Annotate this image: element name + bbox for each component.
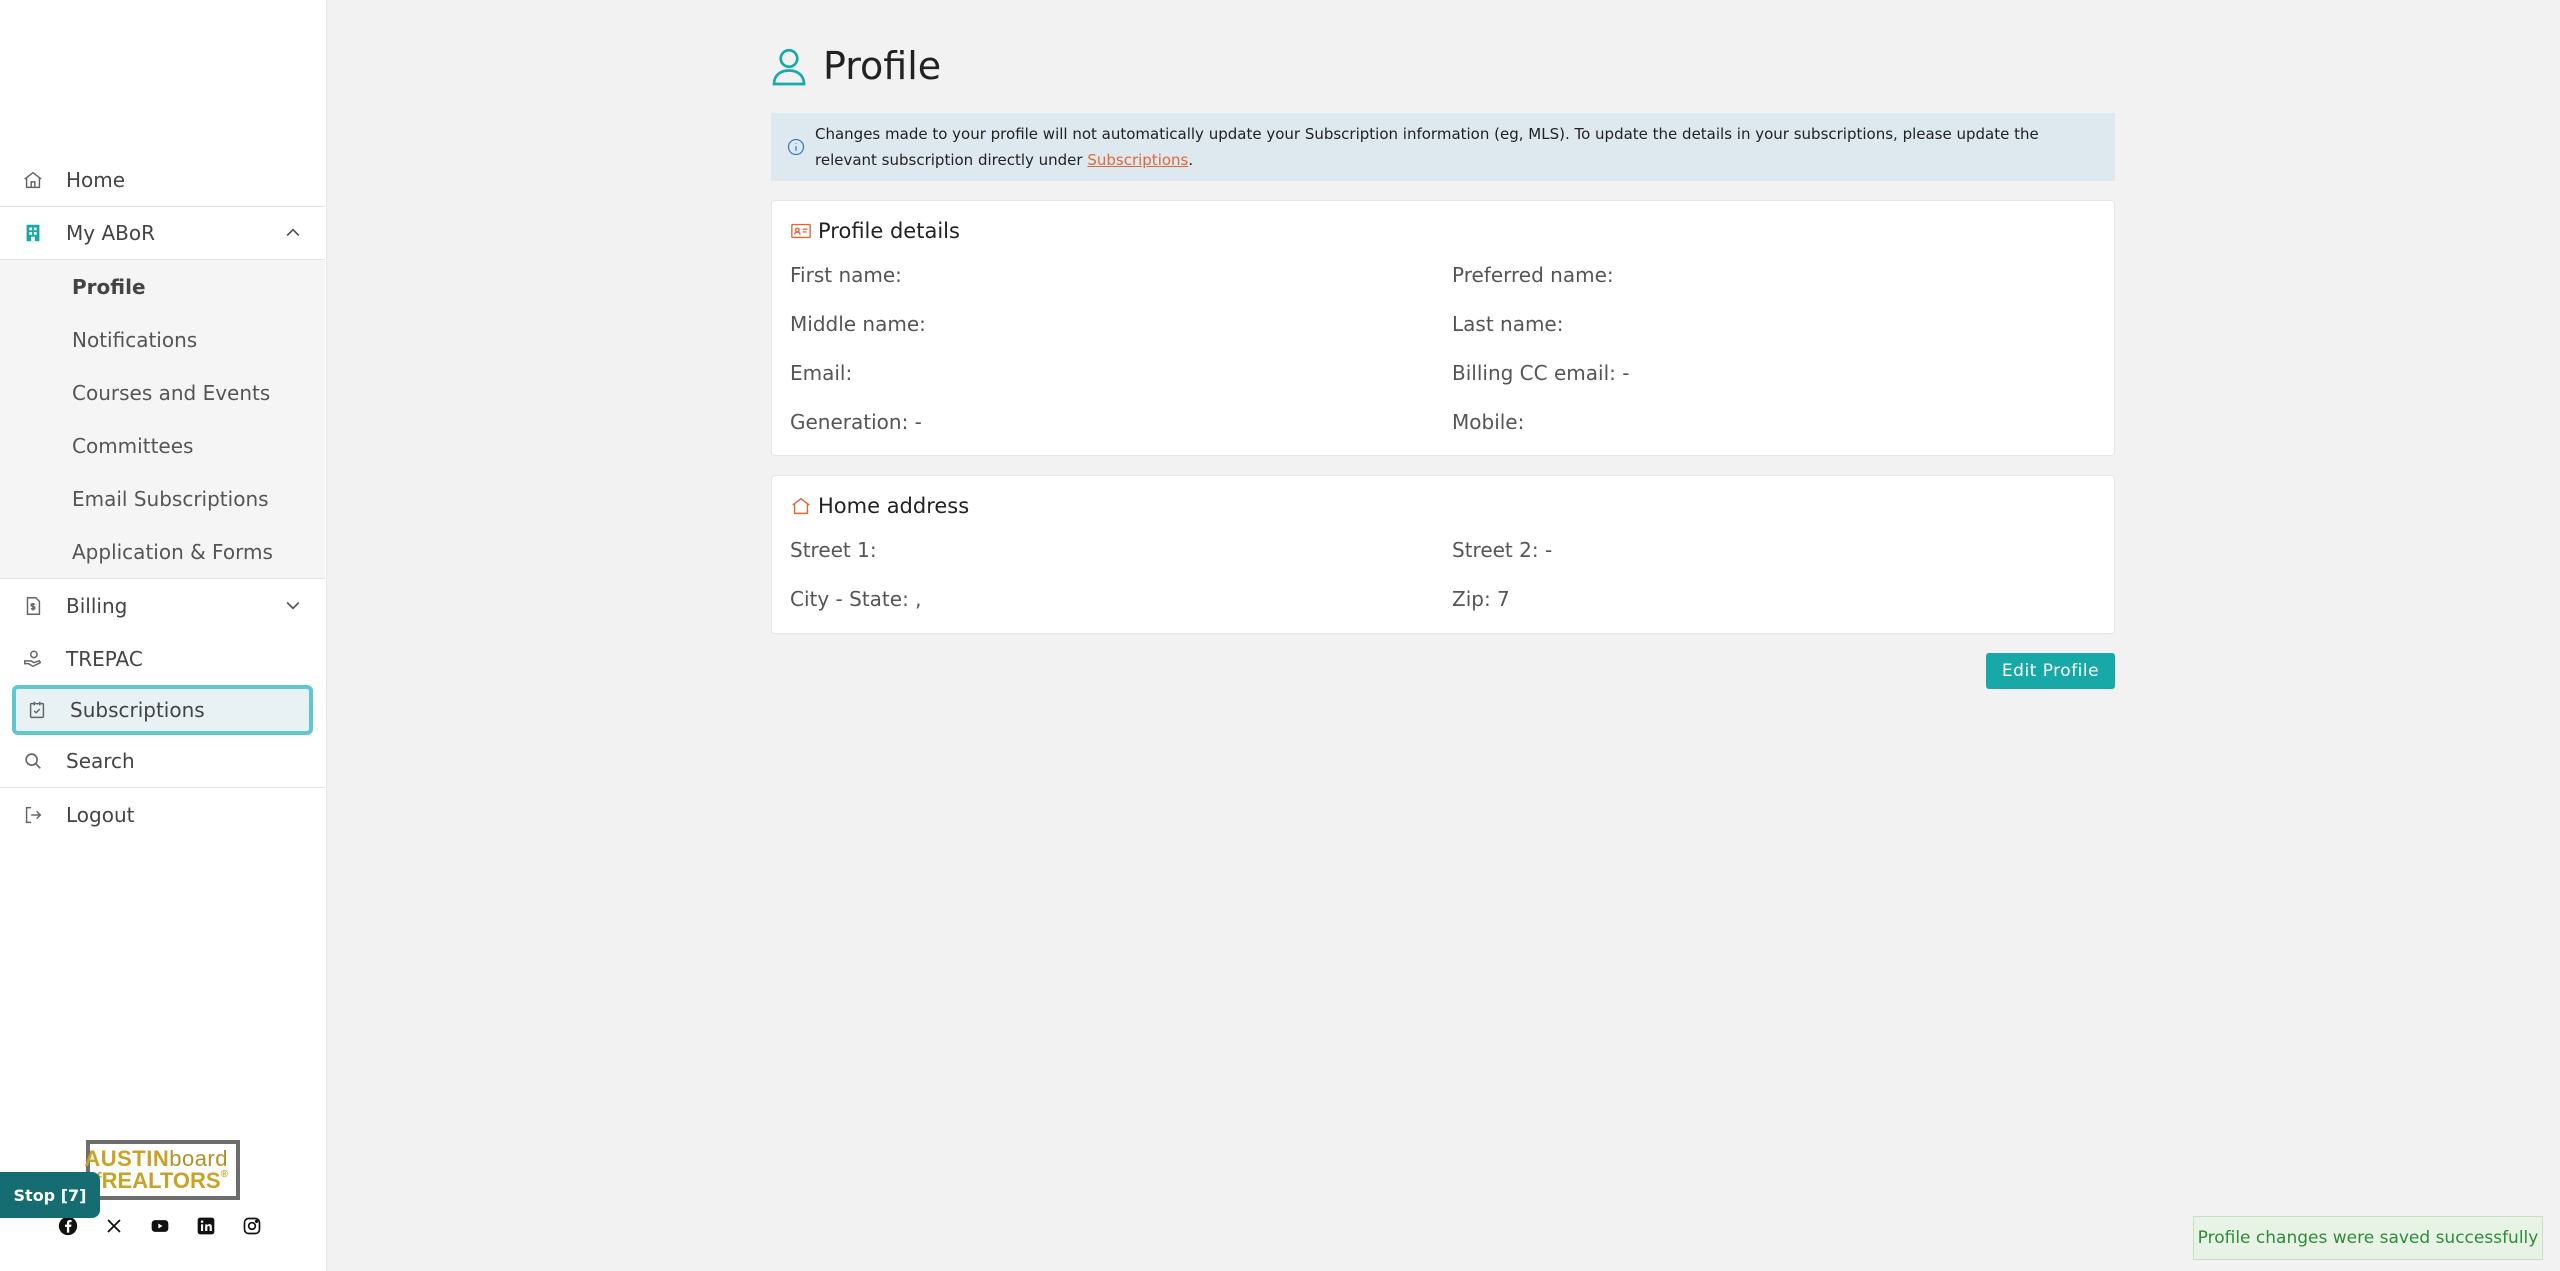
email-field: Email:	[790, 361, 853, 385]
submenu-item-courses-events[interactable]: Courses and Events	[0, 366, 325, 419]
search-icon	[22, 750, 44, 772]
id-card-icon	[790, 220, 812, 242]
page-header: Profile	[771, 44, 941, 88]
sidebar-item-my-abor[interactable]: My ABoR	[0, 207, 325, 260]
house-icon	[790, 495, 812, 517]
submenu-item-email-subscriptions[interactable]: Email Subscriptions	[0, 472, 325, 525]
building-icon	[22, 222, 44, 244]
austin-board-of-realtors-logo[interactable]: AUSTINboard ofREALTORS®	[83, 1140, 240, 1200]
home-address-heading: Home address	[790, 494, 969, 518]
sidebar-item-home[interactable]: Home	[0, 154, 325, 207]
sidebar-item-subscriptions[interactable]: Subscriptions	[12, 685, 313, 735]
instagram-icon[interactable]	[242, 1216, 262, 1236]
generation-field: Generation: -	[790, 410, 922, 434]
first-name-field: First name:	[790, 263, 902, 287]
sidebar-item-label: Home	[66, 168, 126, 192]
hand-coin-icon	[22, 648, 44, 670]
street1-field: Street 1:	[790, 538, 877, 562]
sidebar-nav: Home My ABoR Profile Notifications Cours…	[0, 154, 325, 841]
sidebar-item-label: Search	[66, 749, 135, 773]
subscriptions-link[interactable]: Subscriptions	[1087, 151, 1188, 169]
info-icon	[787, 138, 805, 156]
sidebar-item-label: TREPAC	[66, 646, 143, 671]
submenu-item-notifications[interactable]: Notifications	[0, 313, 325, 366]
user-icon	[772, 48, 806, 86]
sidebar-item-logout[interactable]: Logout	[0, 788, 325, 841]
sidebar-item-label: Logout	[66, 802, 135, 827]
stop-button[interactable]: Stop [7]	[0, 1172, 100, 1218]
chevron-up-icon[interactable]	[283, 223, 303, 243]
my-abor-submenu: Profile Notifications Courses and Events…	[0, 260, 325, 579]
sidebar: Home My ABoR Profile Notifications Cours…	[0, 0, 327, 1271]
city-state-field: City - State: ,	[790, 587, 922, 611]
info-text: Changes made to your profile will not au…	[815, 125, 2039, 169]
preferred-name-field: Preferred name:	[1452, 263, 1614, 287]
profile-details-card: Profile details First name: Preferred na…	[771, 200, 2115, 456]
linkedin-icon[interactable]	[196, 1216, 216, 1236]
x-icon[interactable]	[104, 1216, 124, 1236]
youtube-icon[interactable]	[150, 1216, 170, 1236]
zip-field: Zip: 7	[1452, 587, 1510, 611]
sidebar-item-search[interactable]: Search	[0, 735, 325, 788]
info-banner: Changes made to your profile will not au…	[771, 113, 2115, 181]
home-icon	[22, 169, 44, 191]
mobile-field: Mobile:	[1452, 410, 1525, 434]
billing-cc-email-field: Billing CC email: -	[1452, 361, 1630, 385]
success-toast: Profile changes were saved successfully	[2193, 1216, 2543, 1260]
edit-profile-button[interactable]: Edit Profile	[1986, 653, 2115, 689]
chevron-down-icon[interactable]	[283, 595, 303, 615]
subscriptions-icon	[26, 699, 48, 721]
home-address-card: Home address Street 1: Street 2: - City …	[771, 475, 2115, 634]
billing-icon	[22, 595, 44, 617]
social-links	[58, 1216, 262, 1236]
facebook-icon[interactable]	[58, 1216, 78, 1236]
sidebar-item-trepac[interactable]: TREPAC	[0, 632, 325, 685]
page-title: Profile	[823, 44, 942, 88]
last-name-field: Last name:	[1452, 312, 1564, 336]
middle-name-field: Middle name:	[790, 312, 926, 336]
sidebar-item-label: Billing	[66, 593, 128, 618]
profile-details-heading: Profile details	[790, 219, 960, 243]
sidebar-item-billing[interactable]: Billing	[0, 579, 325, 632]
submenu-item-committees[interactable]: Committees	[0, 419, 325, 472]
street2-field: Street 2: -	[1452, 538, 1553, 562]
sidebar-item-label: Subscriptions	[70, 698, 205, 722]
submenu-item-application-forms[interactable]: Application & Forms	[0, 525, 325, 578]
sidebar-item-label: My ABoR	[66, 221, 155, 245]
submenu-item-profile[interactable]: Profile	[0, 260, 325, 313]
logout-icon	[22, 804, 44, 826]
